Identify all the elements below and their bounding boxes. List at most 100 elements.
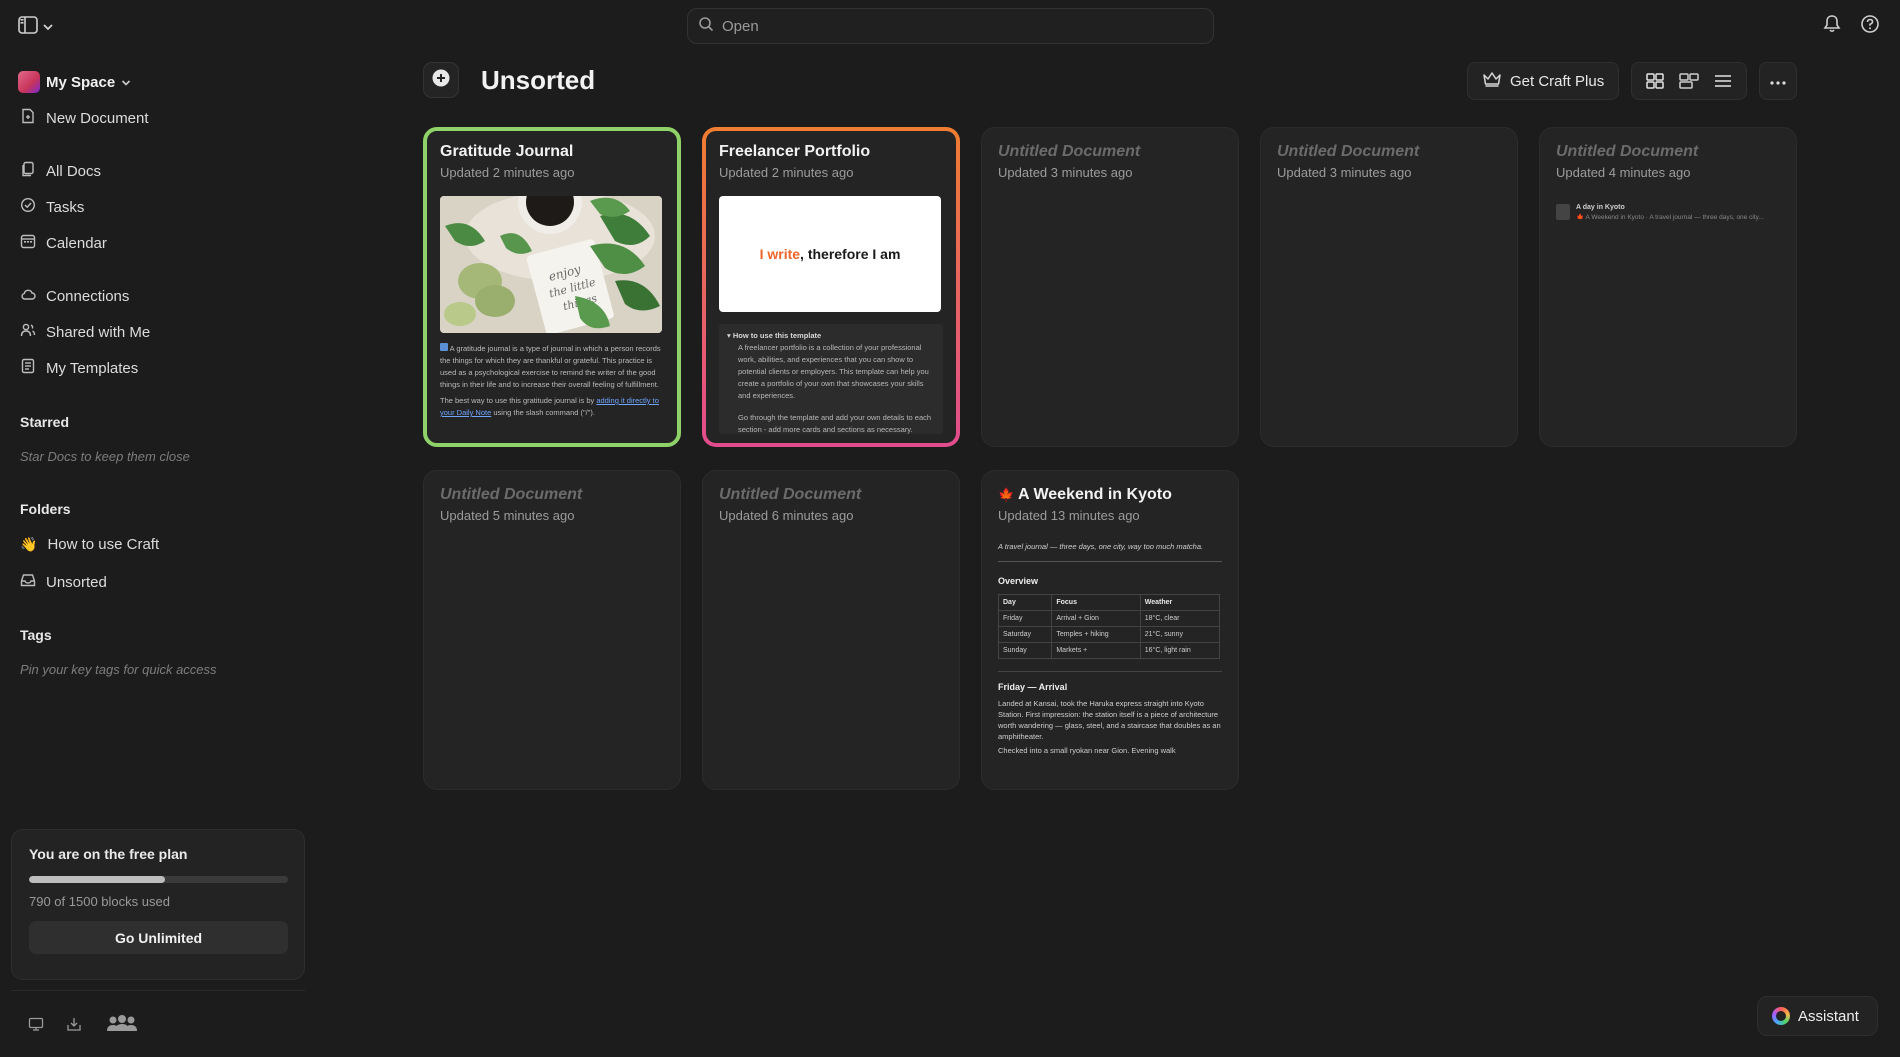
table-cell: 18°C, clear [1139, 610, 1221, 627]
header-actions: Get Craft Plus [1467, 62, 1798, 100]
top-bar: Open [0, 0, 1900, 52]
doc-card-weekend-in-kyoto[interactable]: 🍁 A Weekend in Kyoto Updated 13 minutes … [981, 470, 1239, 790]
table-row: Saturday Temples + hiking 21°C, sunny [997, 626, 1221, 643]
sidebar-item-connections[interactable]: Connections [20, 286, 129, 306]
craft-plus-label: Get Craft Plus [1510, 72, 1605, 90]
cloud-icon [20, 286, 36, 306]
sidebar-item-calendar[interactable]: Calendar [20, 233, 107, 253]
more-icon [1770, 72, 1786, 90]
card-cover-image: enjoy the little things [440, 196, 662, 333]
assistant-icon [1772, 1007, 1790, 1025]
space-avatar [18, 71, 40, 93]
preview-paragraph-end: using the slash command ("/"). [491, 408, 595, 417]
folder-how-to-use-craft[interactable]: 👋 How to use Craft [20, 536, 159, 553]
card-updated: Updated 6 minutes ago [719, 508, 854, 523]
team-icon[interactable] [104, 1014, 140, 1039]
toggle-title: How to use this template [732, 331, 822, 340]
more-options-button[interactable] [1759, 62, 1798, 100]
doc-card-freelancer-portfolio[interactable]: Freelancer Portfolio Updated 2 minutes a… [702, 127, 960, 447]
banner-text: , therefore I am [800, 246, 901, 262]
card-title: 🍁 A Weekend in Kyoto [998, 486, 1222, 504]
preview-paragraph: Landed at Kansai, took the Haruka expres… [998, 699, 1221, 741]
doc-card-untitled[interactable]: Untitled Document Updated 3 minutes ago [981, 127, 1239, 447]
sidebar-item-label: All Docs [46, 162, 102, 180]
card-title: Untitled Document [998, 143, 1141, 160]
sidebar-item-tasks[interactable]: Tasks [20, 197, 84, 217]
card-title: Freelancer Portfolio [719, 143, 871, 160]
table-cell: Arrival + Gion [1051, 610, 1141, 627]
sidebar-item-all-docs[interactable]: All Docs [20, 161, 101, 181]
grid-view-icon[interactable] [1640, 73, 1670, 89]
list-view-icon[interactable] [1708, 74, 1738, 88]
doc-card-gratitude-journal[interactable]: Gratitude Journal Updated 2 minutes ago … [423, 127, 681, 447]
chevron-down-icon [42, 19, 54, 37]
folder-unsorted[interactable]: Unsorted [20, 572, 107, 592]
folder-label: How to use Craft [47, 536, 160, 553]
help-icon[interactable] [1860, 14, 1880, 39]
check-circle-icon [20, 197, 36, 217]
card-view-icon[interactable] [1674, 73, 1704, 89]
preview-paragraph: Go through the template and add your own… [738, 413, 932, 434]
sidebar-item-shared-with-me[interactable]: Shared with Me [20, 322, 150, 342]
card-title-text: A Weekend in Kyoto [1018, 486, 1172, 503]
card-updated: Updated 5 minutes ago [440, 508, 575, 523]
bell-icon[interactable] [1822, 14, 1842, 39]
docs-icon [20, 161, 36, 181]
sidebar-footer [28, 1014, 140, 1039]
search-bar[interactable]: Open [687, 8, 1214, 44]
preview-table: Day Focus Weather Friday Arrival + Gion … [997, 594, 1221, 659]
sidebar-item-label: Calendar [46, 234, 107, 252]
inbox-icon [20, 572, 36, 592]
table-cell: 16°C, light rain [1139, 642, 1221, 659]
go-unlimited-button[interactable]: Go Unlimited [29, 921, 288, 954]
table-row: Friday Arrival + Gion 18°C, clear [997, 610, 1221, 627]
get-craft-plus-button[interactable]: Get Craft Plus [1467, 62, 1620, 100]
doc-card-untitled[interactable]: Untitled Document Updated 5 minutes ago [423, 470, 681, 790]
doc-card-untitled[interactable]: Untitled Document Updated 3 minutes ago [1260, 127, 1518, 447]
new-document-label: New Document [46, 109, 149, 127]
space-switcher[interactable]: My Space [18, 71, 131, 93]
space-name: My Space [46, 73, 116, 91]
chevron-down-icon [121, 74, 131, 91]
search-placeholder: Open [722, 17, 759, 35]
sidebar-divider [11, 990, 305, 991]
doc-card-untitled[interactable]: Untitled Document Updated 4 minutes ago … [1539, 127, 1797, 447]
tags-hint: Pin your key tags for quick access [20, 662, 217, 677]
table-cell: Saturday [997, 626, 1053, 643]
preview-paragraph: A freelancer portfolio is a collection o… [738, 343, 929, 400]
new-document-button[interactable]: New Document [20, 108, 149, 128]
card-preview: A gratitude journal is a type of journal… [440, 343, 664, 419]
sidebar-toggle-button[interactable] [18, 16, 54, 39]
linked-page-title: A day in Kyoto [1576, 204, 1625, 211]
card-title: Untitled Document [440, 486, 583, 503]
card-updated: Updated 3 minutes ago [998, 165, 1133, 180]
table-cell: Temples + hiking [1051, 626, 1141, 643]
toggle-arrow-icon: ▾ [727, 331, 731, 340]
waving-hand-icon: 👋 [20, 536, 38, 552]
assistant-button[interactable]: Assistant [1757, 996, 1878, 1036]
sidebar-item-my-templates[interactable]: My Templates [20, 358, 138, 378]
free-plan-card: You are on the free plan 790 of 1500 blo… [11, 829, 305, 980]
table-cell: Friday [997, 610, 1053, 627]
card-title: Untitled Document [1556, 143, 1699, 160]
page-icon [1556, 204, 1570, 220]
starred-heading: Starred [20, 414, 70, 430]
card-updated: Updated 2 minutes ago [719, 165, 854, 180]
people-icon [20, 322, 36, 342]
sidebar-icon [18, 16, 38, 39]
sidebar-item-label: Connections [46, 287, 130, 305]
card-updated: Updated 13 minutes ago [998, 508, 1140, 523]
add-document-button[interactable] [423, 62, 459, 98]
card-title: Untitled Document [719, 486, 862, 503]
import-icon[interactable] [66, 1016, 82, 1037]
preview-paragraph: Checked into a small ryokan near Gion. E… [998, 746, 1176, 755]
preview-divider [998, 671, 1222, 672]
card-updated: Updated 3 minutes ago [1277, 165, 1412, 180]
preview-paragraph: The best way to use this gratitude journ… [440, 396, 597, 405]
tags-heading: Tags [20, 627, 52, 643]
desktop-icon[interactable] [28, 1016, 44, 1037]
card-preview: ▾ How to use this template A freelancer … [719, 324, 943, 434]
doc-card-untitled[interactable]: Untitled Document Updated 6 minutes ago [702, 470, 960, 790]
plan-usage-fill [29, 876, 166, 883]
table-header-cell: Day [997, 594, 1053, 611]
